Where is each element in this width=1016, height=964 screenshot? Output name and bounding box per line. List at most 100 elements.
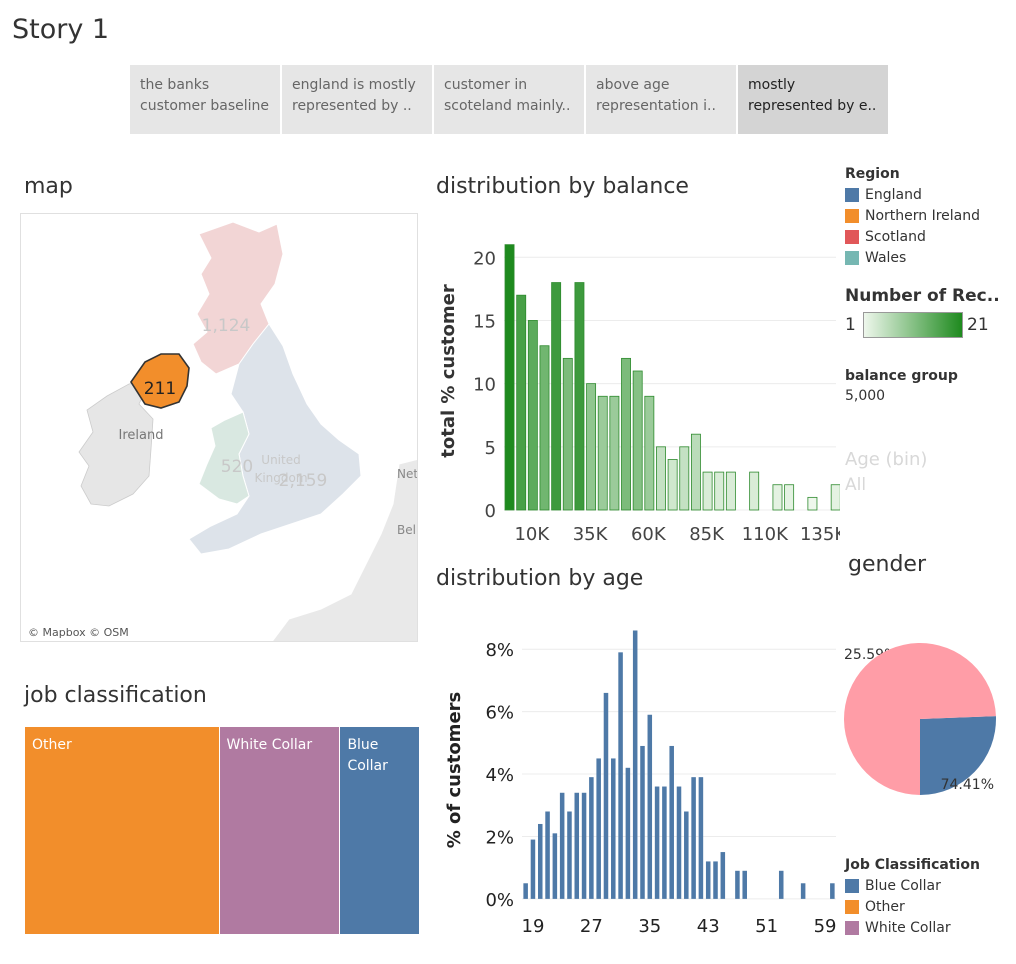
age-ytick-label: 0% (485, 890, 514, 911)
story-point-2[interactable]: england is mostly represented by .. (282, 65, 432, 134)
age-bar[interactable] (574, 792, 580, 899)
age-bar[interactable] (618, 652, 623, 899)
balance-bar[interactable] (679, 446, 690, 511)
region-legend-item-scotland[interactable]: Scotland (845, 226, 980, 247)
age-bar[interactable] (559, 792, 565, 899)
job-legend-title: Job Classification (845, 857, 980, 873)
balance-bar[interactable] (632, 370, 643, 511)
story-point-line1: customer in (444, 77, 528, 93)
treemap-cell-white-collar[interactable]: White Collar (219, 727, 340, 934)
region-legend-item-northern-ireland[interactable]: Northern Ireland (845, 205, 980, 226)
age-bar[interactable] (698, 777, 704, 899)
map-title: map (24, 174, 73, 199)
balance-bar[interactable] (656, 446, 666, 511)
job-legend-item-white-collar[interactable]: White Collar (845, 917, 980, 938)
age-bar[interactable] (596, 758, 601, 899)
age-xtick-label: 59 (814, 916, 837, 937)
balance-ytick-label: 15 (473, 311, 496, 332)
age-bar[interactable] (640, 745, 645, 899)
job-legend-item-other[interactable]: Other (845, 896, 980, 917)
balance-bar[interactable] (504, 244, 515, 511)
age-bin-filter[interactable]: Age (bin) All (845, 449, 927, 495)
story-point-3[interactable]: customer in scoteland mainly.. (434, 65, 584, 134)
map-view[interactable]: 211 1,124 520 United Kingdom 2,159 Irela… (20, 213, 418, 642)
balance-bar[interactable] (621, 357, 631, 511)
balance-bar[interactable] (597, 395, 608, 511)
region-legend-item-england[interactable]: England (845, 184, 980, 205)
balance-bar[interactable] (551, 282, 562, 511)
balance-bar[interactable] (725, 471, 736, 511)
balance-bar[interactable] (644, 395, 655, 511)
balance-bar[interactable] (574, 282, 585, 511)
balance-bar[interactable] (562, 357, 573, 511)
job-legend-item-blue-collar[interactable]: Blue Collar (845, 875, 980, 896)
story-point-1[interactable]: the banks customer baseline (130, 65, 280, 134)
age-bar[interactable] (684, 811, 689, 899)
age-bar[interactable] (713, 861, 718, 899)
age-bar[interactable] (705, 861, 711, 899)
age-bar[interactable] (720, 852, 726, 899)
balance-bar[interactable] (702, 471, 713, 511)
balance-ylabel: total % customer (438, 284, 459, 458)
job-legend: Job Classification Blue Collar Other White… (845, 857, 980, 938)
records-legend-max: 21 (967, 315, 989, 335)
age-chart: 0% 2% 4% 6% 8% 19 27 35 43 51 59 % of customers (444, 630, 837, 937)
balance-group-value[interactable]: 5,000 (845, 388, 958, 404)
balance-bar[interactable] (667, 459, 678, 511)
story-point-line1: mostly (748, 77, 796, 93)
age-bar[interactable] (654, 786, 660, 899)
age-bar[interactable] (676, 786, 682, 899)
legend-swatch (845, 208, 859, 223)
age-bar[interactable] (778, 870, 784, 899)
balance-bar[interactable] (586, 383, 597, 511)
age-bar[interactable] (537, 823, 543, 899)
balance-bar[interactable] (609, 395, 620, 511)
age-bar[interactable] (735, 870, 740, 899)
balance-bar[interactable] (690, 433, 701, 511)
age-bar[interactable] (669, 745, 674, 899)
balance-group-filter[interactable]: balance group 5,000 (845, 368, 958, 404)
balance-bar[interactable] (749, 471, 760, 511)
records-color-ramp (863, 312, 963, 338)
balance-ytick-label: 20 (473, 248, 496, 269)
legend-swatch (845, 250, 859, 265)
map-label-northern-ireland: 211 (144, 379, 176, 399)
age-bar[interactable] (691, 777, 696, 899)
treemap-cell-other[interactable]: Other (25, 727, 219, 934)
balance-bar[interactable] (772, 484, 783, 511)
balance-bar[interactable] (784, 484, 795, 511)
balance-bar[interactable] (807, 496, 818, 511)
balance-bar[interactable] (714, 471, 725, 511)
story-point-line2: represented by .. (292, 98, 412, 114)
treemap-cell-blue-collar[interactable]: Blue Collar (340, 727, 419, 934)
balance-bar[interactable] (527, 320, 538, 511)
age-bar[interactable] (552, 833, 558, 899)
age-bar[interactable] (603, 692, 609, 899)
age-bin-value[interactable]: All (845, 475, 927, 495)
region-legend-item-wales[interactable]: Wales (845, 247, 980, 268)
age-bar[interactable] (830, 883, 835, 899)
records-legend-min: 1 (845, 315, 856, 335)
age-bar[interactable] (567, 811, 572, 899)
age-bar[interactable] (625, 767, 631, 899)
age-bar[interactable] (742, 870, 747, 899)
age-bar[interactable] (662, 786, 667, 899)
story-point-4[interactable]: above age representation i.. (586, 65, 736, 134)
age-bar[interactable] (523, 883, 528, 899)
balance-bar[interactable] (516, 294, 527, 511)
age-bar[interactable] (611, 758, 616, 899)
story-point-5[interactable]: mostly represented by e.. (738, 65, 888, 134)
age-bar[interactable] (632, 630, 638, 899)
balance-bar[interactable] (539, 345, 550, 511)
age-bar[interactable] (545, 811, 550, 899)
age-bar[interactable] (589, 777, 594, 899)
age-bar[interactable] (647, 714, 653, 899)
balance-xtick-label: 110K (742, 524, 789, 545)
age-xtick-label: 27 (580, 916, 603, 937)
age-bar[interactable] (530, 839, 536, 899)
age-bar[interactable] (800, 883, 806, 899)
map-label-uk: United (261, 453, 300, 467)
age-bar[interactable] (581, 792, 587, 899)
legend-swatch (845, 920, 859, 935)
balance-bar[interactable] (830, 484, 840, 511)
